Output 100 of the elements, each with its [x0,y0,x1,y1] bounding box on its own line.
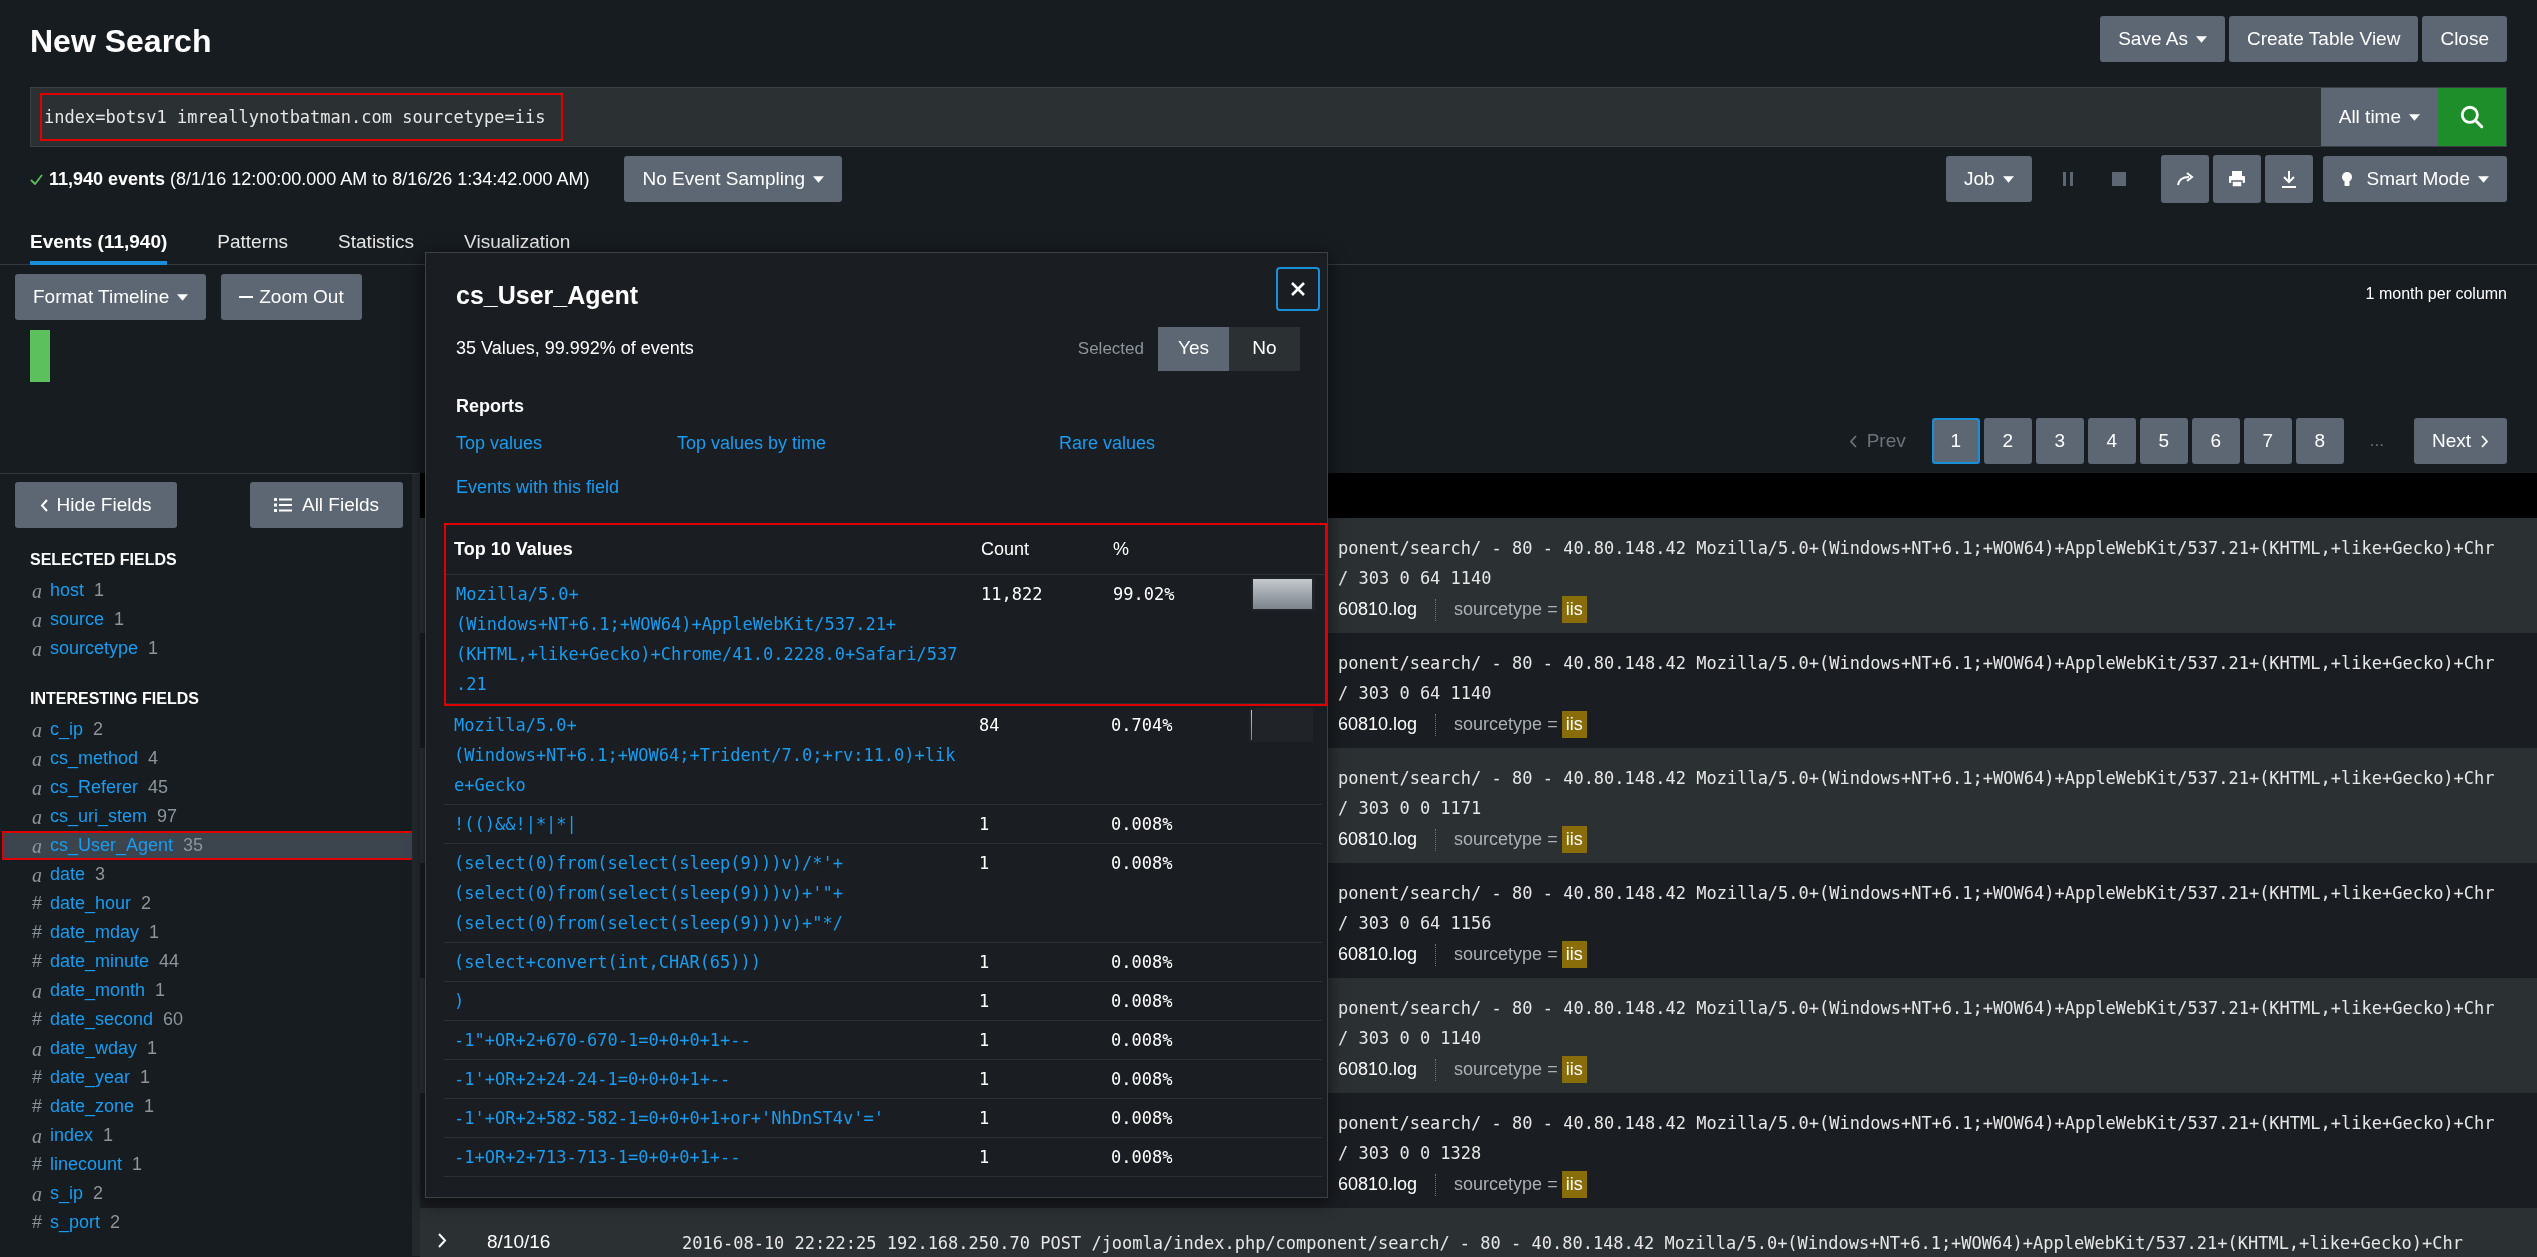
event-text: / 303 0 64 1140 [1338,567,1493,590]
field-list-item[interactable]: a date 3 [2,860,415,889]
sourcetype-value[interactable]: iis [1561,1056,1587,1083]
field-list-item[interactable]: a cs_method 4 [2,744,415,773]
minus-icon [239,296,254,298]
field-name: c_ip [50,718,84,742]
header-button[interactable]: Create Table View [2228,16,2419,62]
value-link[interactable]: -1'+OR+2+24-24-1=0+0+0+1+-- [444,1063,959,1094]
field-list-item[interactable]: # linecount 1 [2,1150,415,1179]
field-list-item[interactable]: # date_minute 44 [2,947,415,976]
sourcetype-value[interactable]: iis [1561,941,1587,968]
time-range-dropdown[interactable]: All time [2320,88,2438,146]
count-cell-text: 11,822 [981,582,1044,606]
value-link[interactable]: (select+convert(int,CHAR(65))) [444,946,959,977]
page-button[interactable]: 4 [2087,418,2136,464]
chevron-left-icon [40,498,49,512]
field-list-item[interactable]: a sourcetype 1 [2,634,415,663]
event-text: / 303 0 0 1171 [1338,797,1483,820]
print-button[interactable] [2212,155,2261,203]
column-header: Top 10 Values [453,537,574,561]
download-button[interactable] [2264,155,2313,203]
field-list-item[interactable]: a c_ip 2 [2,715,415,744]
search-field[interactable]: index=botsv1 imreallynotbatman.com sourcetype=iis [40,93,563,141]
field-type-glyph: # [32,1153,43,1176]
sourcetype-value[interactable]: iis [1561,596,1587,623]
value-link[interactable]: Mozilla/5.0+(Windows+NT+6.1;+WOW64;+Trident/7.0;+rv:11.0)+like+Gecko [444,709,959,800]
time-range-text: (8/1/16 12:00:00.000 AM to 8/16/26 1:34:42.000 AM) [170,167,590,191]
page-button[interactable]: 5 [2139,418,2188,464]
field-list-item[interactable]: a cs_Referer 45 [2,773,415,802]
report-link[interactable]: Top values [456,429,543,457]
event-text: / 303 0 64 1140 [1338,682,1493,705]
results-tab[interactable]: Patterns [217,219,289,265]
count-cell-text: 1 [979,1106,991,1130]
field-label: sourcetype = [1454,713,1558,736]
results-tab[interactable]: Visualization [464,219,571,265]
toggle-option[interactable]: No [1229,326,1300,371]
zoom-out-button[interactable]: Zoom Out [221,274,362,320]
value-link[interactable]: -1'+OR+2+582-582-1=0+0+0+1+or+'NhDnST4v'=' [444,1102,959,1133]
field-name: cs_uri_stem [50,805,148,829]
prev-page-link[interactable]: Prev [1848,426,1906,456]
value-link[interactable]: !(()&&!|*|*| [444,808,959,839]
stop-icon[interactable] [2111,172,2126,186]
pause-icon[interactable] [2061,171,2074,187]
field-list-item[interactable]: a s_ip 2 [2,1179,415,1208]
hide-fields-button[interactable]: Hide Fields [15,482,177,528]
header-button[interactable]: Close [2422,16,2507,62]
timeline-bar [30,330,50,382]
field-list-item[interactable]: # date_second 60 [2,1005,415,1034]
search-mode-dropdown[interactable]: Smart Mode [2322,156,2507,202]
field-list-item[interactable]: # date_hour 2 [2,889,415,918]
close-button[interactable] [1276,267,1320,311]
page-button[interactable]: 1 [1931,418,1980,464]
field-list-item[interactable]: a cs_uri_stem 97 [2,802,415,831]
field-list-item[interactable]: # date_year 1 [2,1063,415,1092]
field-list-item[interactable]: a index 1 [2,1121,415,1150]
event-sampling-dropdown[interactable]: No Event Sampling [624,156,843,202]
field-list-item[interactable]: # date_mday 1 [2,918,415,947]
report-link[interactable]: Events with this field [456,473,620,501]
field-list-item[interactable]: # s_port 2 [2,1208,415,1237]
page-button[interactable]: 6 [2191,418,2240,464]
field-type-glyph: # [32,1211,43,1234]
job-dropdown[interactable]: Job [1945,156,2032,202]
results-tab[interactable]: Statistics [338,219,415,265]
next-page-button[interactable]: Next [2413,418,2507,464]
field-name: date_year [50,1066,131,1090]
expand-chevron-icon[interactable] [438,1233,447,1248]
page-button[interactable]: 3 [2035,418,2084,464]
all-fields-button[interactable]: All Fields [250,482,403,528]
field-list-item[interactable]: # date_zone 1 [2,1092,415,1121]
field-type-glyph: # [32,1066,43,1089]
value-link[interactable]: (select(0)from(select(sleep(9)))v)/*'+(select(0)from(select(sleep(9)))v)+'"+(select(0)from(select(sleep(9)))v)+"*/ [444,847,959,938]
field-list-item[interactable]: a date_wday 1 [2,1034,415,1063]
field-type-glyph: a [32,636,43,662]
value-link[interactable]: -1+OR+2+713-713-1=0+0+0+1+-- [444,1141,959,1172]
pagination-ellipsis: ... [2369,430,2384,453]
report-link[interactable]: Rare values [1059,429,1156,457]
field-name: date_second [50,1008,154,1032]
page-button[interactable]: 8 [2295,418,2344,464]
value-link[interactable]: Mozilla/5.0+(Windows+NT+6.1;+WOW64)+AppleWebKit/537.21+(KHTML,+like+Gecko)+Chrome/41.0.2228.0+Safari/537.21 [446,578,961,699]
page-button[interactable]: 2 [1983,418,2032,464]
sourcetype-value[interactable]: iis [1561,826,1587,853]
format-timeline-dropdown[interactable]: Format Timeline [15,274,207,320]
event-date: 8/10/16 [487,1230,552,1254]
header-button[interactable]: Save As [2100,16,2225,62]
field-list-item[interactable]: a date_month 1 [2,976,415,1005]
sourcetype-value[interactable]: iis [1561,711,1587,738]
share-button[interactable] [2160,155,2209,203]
value-link[interactable]: ) [444,985,959,1016]
list-icon [273,498,292,512]
field-list-item[interactable]: a cs_User_Agent 35 [2,831,415,860]
field-type-glyph: a [32,1181,43,1207]
toggle-option[interactable]: Yes [1158,326,1229,371]
sourcetype-value[interactable]: iis [1561,1171,1587,1198]
page-button[interactable]: 7 [2243,418,2292,464]
field-list-item[interactable]: a source 1 [2,605,415,634]
results-tab[interactable]: Events (11,940) [30,219,168,265]
value-link[interactable]: -1"+OR+2+670-670-1=0+0+0+1+-- [444,1024,959,1055]
report-link[interactable]: Top values by time [677,429,827,457]
field-list-item[interactable]: a host 1 [2,576,415,605]
search-button[interactable] [2438,88,2506,146]
